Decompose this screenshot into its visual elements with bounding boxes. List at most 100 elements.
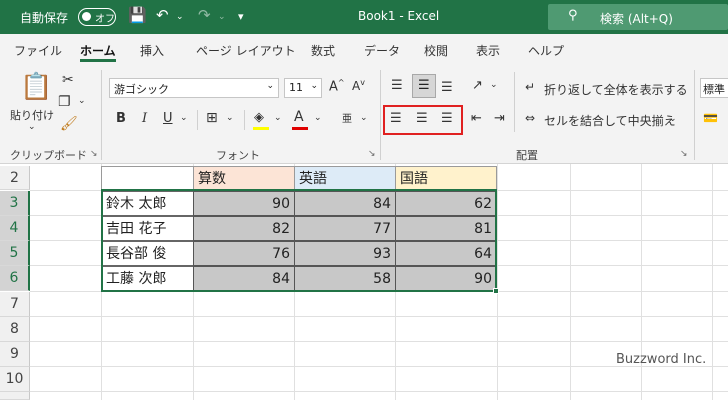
- middle-align-button[interactable]: ☰: [412, 74, 436, 98]
- group-divider: [101, 70, 102, 160]
- gridline: [30, 391, 728, 392]
- highlight-box: [383, 105, 463, 135]
- redo-icon[interactable]: ↷: [198, 6, 211, 24]
- number-format-value: 標準: [703, 83, 725, 96]
- merge-center-icon[interactable]: ⇔: [525, 111, 535, 125]
- decrease-font-size-icon[interactable]: Av: [352, 78, 365, 93]
- font-name-value: 游ゴシック: [114, 83, 169, 96]
- increase-font-size-icon[interactable]: A^: [329, 78, 345, 94]
- phonetic-dropdown-icon[interactable]: ⌄: [360, 113, 368, 123]
- fill-color-dropdown-icon[interactable]: ⌄: [274, 113, 282, 123]
- copy-icon[interactable]: ❐: [58, 94, 71, 110]
- bold-button[interactable]: B: [116, 111, 126, 126]
- paste-icon[interactable]: 📋: [20, 72, 52, 102]
- row-header[interactable]: 8: [0, 317, 30, 342]
- chevron-down-icon: ⌄: [266, 81, 274, 91]
- fill-handle[interactable]: [493, 288, 499, 294]
- row-header[interactable]: 3: [0, 191, 30, 216]
- row-header[interactable]: [0, 392, 30, 400]
- font-name-box[interactable]: 游ゴシック ⌄: [109, 78, 279, 98]
- bottom-align-icon[interactable]: ☰: [441, 80, 453, 95]
- tab-data[interactable]: データ: [364, 42, 400, 59]
- cut-icon[interactable]: ✂: [62, 72, 74, 88]
- document-title: Book1 - Excel: [358, 9, 440, 23]
- italic-button[interactable]: I: [142, 111, 147, 126]
- tab-page-layout[interactable]: ページ レイアウト: [196, 42, 296, 59]
- wrap-text-icon[interactable]: ↵: [525, 80, 535, 94]
- fill-color-icon[interactable]: ◈: [254, 110, 264, 125]
- font-color-dropdown-icon[interactable]: ⌄: [314, 113, 322, 123]
- orientation-dropdown-icon[interactable]: ⌄: [490, 80, 498, 90]
- table-header-japanese[interactable]: 国語: [395, 166, 497, 190]
- selection-border: [101, 189, 497, 292]
- tab-view[interactable]: 表示: [476, 42, 500, 59]
- watermark: Buzzword Inc.: [616, 352, 707, 367]
- font-launcher-icon[interactable]: ↘: [368, 149, 376, 159]
- font-color-swatch: [292, 127, 308, 130]
- tab-help[interactable]: ヘルプ: [528, 42, 564, 59]
- chevron-down-icon: ⌄: [310, 81, 318, 91]
- autosave-state: オフ: [95, 14, 115, 25]
- autosave-toggle[interactable]: オフ: [78, 8, 116, 26]
- table-header-english[interactable]: 英語: [294, 166, 396, 190]
- increase-indent-icon[interactable]: ⇥: [494, 111, 505, 126]
- paste-label[interactable]: 貼り付け: [10, 107, 54, 123]
- borders-icon[interactable]: ⊞: [206, 110, 218, 126]
- fill-color-swatch: [253, 127, 269, 130]
- tab-home[interactable]: ホーム: [80, 42, 116, 59]
- row-header[interactable]: 5: [0, 241, 30, 266]
- redo-dropdown-icon[interactable]: ⌄: [218, 12, 226, 22]
- row-header[interactable]: 2: [0, 166, 30, 190]
- merge-center-button[interactable]: セルを結合して中央揃え: [544, 112, 676, 129]
- row-header[interactable]: 4: [0, 216, 30, 241]
- save-icon[interactable]: 💾: [128, 6, 147, 24]
- alignment-group-label: 配置: [516, 149, 538, 162]
- font-size-box[interactable]: 11 ⌄: [284, 78, 322, 98]
- clipboard-launcher-icon[interactable]: ↘: [90, 149, 98, 159]
- tab-insert[interactable]: 挿入: [140, 42, 164, 59]
- search-label: 検索 (Alt+Q): [600, 12, 673, 26]
- underline-dropdown-icon[interactable]: ⌄: [180, 113, 188, 123]
- row-header[interactable]: 6: [0, 266, 30, 291]
- row-header[interactable]: 10: [0, 367, 30, 392]
- undo-icon[interactable]: ↶: [156, 6, 169, 24]
- decrease-indent-icon[interactable]: ⇤: [471, 111, 482, 126]
- clipboard-group-label: クリップボード: [10, 149, 87, 162]
- gridline: [497, 164, 498, 400]
- orientation-icon[interactable]: ↗: [472, 78, 483, 93]
- row-header[interactable]: 7: [0, 292, 30, 317]
- table-header-math[interactable]: 算数: [193, 166, 295, 190]
- tab-file[interactable]: ファイル: [14, 42, 62, 59]
- alignment-launcher-icon[interactable]: ↘: [680, 149, 688, 159]
- search-icon: ⚲: [568, 8, 578, 23]
- tab-formulas[interactable]: 数式: [311, 42, 335, 59]
- font-size-value: 11: [289, 81, 303, 94]
- group-divider: [694, 70, 695, 160]
- number-format-box[interactable]: 標準: [700, 78, 728, 98]
- format-painter-icon[interactable]: 🖌: [60, 116, 78, 132]
- autosave-label: 自動保存: [20, 11, 69, 25]
- font-group-label: フォント: [216, 149, 260, 162]
- phonetic-guide-icon[interactable]: 亜: [342, 110, 352, 125]
- undo-dropdown-icon[interactable]: ⌄: [176, 12, 184, 22]
- font-color-icon[interactable]: A: [294, 109, 304, 125]
- customize-quick-access-icon[interactable]: ▾: [238, 10, 244, 23]
- row-header[interactable]: 9: [0, 342, 30, 367]
- tab-review[interactable]: 校閲: [424, 42, 448, 59]
- currency-format-icon[interactable]: 💳: [703, 111, 718, 125]
- wrap-text-button[interactable]: 折り返して全体を表示する: [544, 81, 688, 98]
- active-tab-indicator: [80, 59, 116, 62]
- top-align-icon[interactable]: ☰: [391, 78, 403, 93]
- table-header-blank[interactable]: [101, 166, 194, 190]
- paste-dropdown-icon[interactable]: ⌄: [28, 122, 36, 132]
- search-box[interactable]: ⚲ 検索 (Alt+Q): [548, 4, 728, 30]
- title-bar: 自動保存 オフ 💾 ↶ ⌄ ↷ ⌄ ▾ Book1 - Excel ⚲ 検索 (…: [0, 0, 728, 34]
- middle-align-icon: ☰: [418, 78, 430, 93]
- group-divider: [380, 70, 381, 160]
- underline-button[interactable]: U: [163, 111, 173, 126]
- gridline: [30, 341, 728, 342]
- borders-dropdown-icon[interactable]: ⌄: [226, 113, 234, 123]
- merge-dropdown-icon[interactable]: ⌄: [669, 114, 677, 124]
- toggle-knob: [82, 12, 91, 21]
- copy-dropdown-icon[interactable]: ⌄: [78, 96, 86, 106]
